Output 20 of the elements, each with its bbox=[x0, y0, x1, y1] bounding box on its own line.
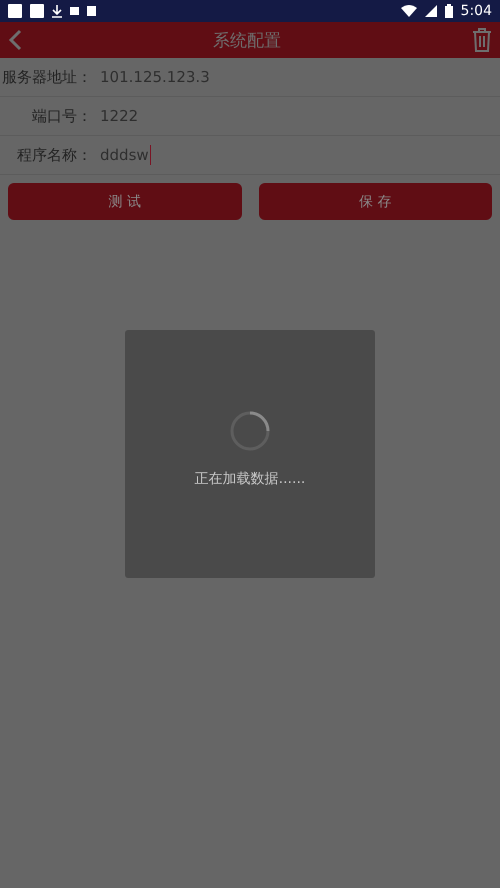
page-title: 系统配置 bbox=[213, 30, 281, 52]
input-field[interactable]: dddsw bbox=[100, 145, 151, 165]
test-button[interactable]: 测 试 bbox=[8, 183, 242, 220]
input-field[interactable]: 101.125.123.3 bbox=[100, 67, 211, 87]
clock-time: 5:04 bbox=[460, 3, 492, 19]
field-label: 端口号： bbox=[31, 106, 92, 126]
field-label: 程序名称： bbox=[16, 146, 92, 164]
download-icon bbox=[52, 4, 62, 18]
save-button[interactable]: 保 存 bbox=[258, 183, 492, 220]
field-label: 服务器地址： bbox=[1, 68, 92, 86]
spinner-icon bbox=[229, 410, 271, 452]
input-field[interactable]: 1222 bbox=[100, 106, 140, 126]
notification-icon bbox=[30, 4, 44, 18]
trash-icon[interactable] bbox=[472, 28, 492, 52]
back-icon[interactable] bbox=[8, 29, 22, 51]
battery-icon bbox=[444, 4, 453, 18]
notification-icon bbox=[8, 4, 22, 18]
signal-icon bbox=[424, 5, 437, 17]
wifi-icon bbox=[400, 5, 417, 17]
loading-message: 正在加载数据...... bbox=[194, 470, 306, 488]
